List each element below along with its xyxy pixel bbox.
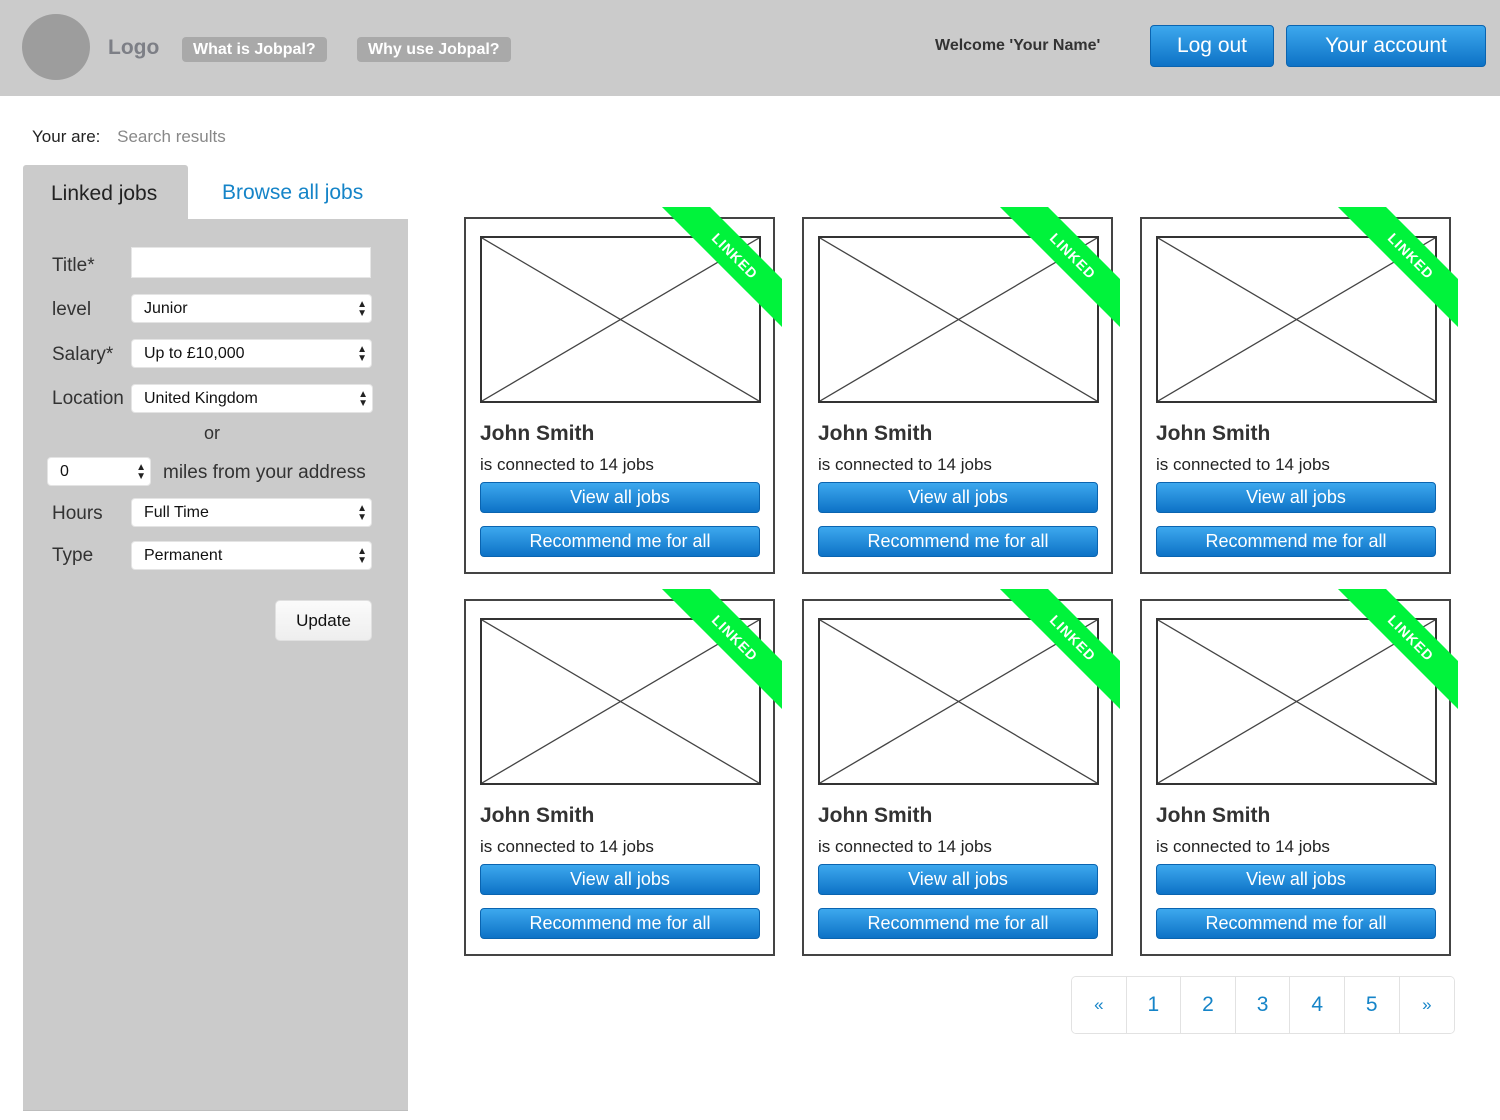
type-label: Type	[52, 545, 94, 566]
pagination-next[interactable]: »	[1399, 977, 1455, 1033]
image-placeholder-icon	[1158, 620, 1435, 783]
pagination-prev[interactable]: «	[1072, 977, 1127, 1033]
card-connected-text: is connected to 14 jobs	[1156, 455, 1330, 474]
recommend-me-button[interactable]: Recommend me for all	[480, 908, 760, 939]
logo-icon	[22, 14, 90, 80]
image-placeholder	[1156, 236, 1437, 403]
view-all-jobs-button[interactable]: View all jobs	[818, 864, 1098, 895]
image-placeholder	[480, 236, 761, 403]
view-all-jobs-button[interactable]: View all jobs	[1156, 864, 1436, 895]
select-arrows-icon: ▲ ▼	[136, 462, 146, 482]
view-all-jobs-button[interactable]: View all jobs	[818, 482, 1098, 513]
pagination-page-1[interactable]: 1	[1126, 977, 1182, 1033]
card-name: John Smith	[1156, 804, 1271, 827]
location-label: Location	[52, 388, 124, 409]
image-placeholder-icon	[482, 620, 759, 783]
image-placeholder-icon	[820, 238, 1097, 401]
recommend-me-button[interactable]: Recommend me for all	[818, 908, 1098, 939]
welcome-text: Welcome 'Your Name'	[935, 37, 1101, 54]
image-placeholder	[480, 618, 761, 785]
view-all-jobs-button[interactable]: View all jobs	[1156, 482, 1436, 513]
card-name: John Smith	[1156, 422, 1271, 445]
view-all-jobs-button[interactable]: View all jobs	[480, 864, 760, 895]
pagination: « 1 2 3 4 5 »	[1071, 976, 1456, 1034]
salary-select[interactable]: Up to £10,000 ▲ ▼	[131, 339, 372, 368]
salary-value: Up to £10,000	[144, 345, 245, 362]
logo-text: Logo	[108, 36, 160, 59]
card-connected-text: is connected to 14 jobs	[1156, 837, 1330, 856]
card-connected-text: is connected to 14 jobs	[480, 455, 654, 474]
job-card: LINKED John Smith is connected to 14 jobs V…	[802, 207, 1120, 574]
card-name: John Smith	[818, 422, 933, 445]
your-account-button[interactable]: Your account	[1286, 25, 1486, 67]
image-placeholder	[818, 618, 1099, 785]
miles-value: 0	[60, 463, 69, 480]
tab-browse-all-jobs[interactable]: Browse all jobs	[222, 181, 363, 205]
job-card: LINKED John Smith is connected to 14 jobs V…	[802, 589, 1120, 956]
select-arrows-icon: ▲ ▼	[357, 299, 367, 319]
level-value: Junior	[144, 300, 188, 317]
top-header: Logo What is Jobpal? Why use Jobpal? Wel…	[0, 0, 1500, 96]
job-card: LINKED John Smith is connected to 14 jobs V…	[1140, 207, 1458, 574]
view-all-jobs-button[interactable]: View all jobs	[480, 482, 760, 513]
card-connected-text: is connected to 14 jobs	[480, 837, 654, 856]
job-card: LINKED John Smith is connected to 14 jobs V…	[1140, 589, 1458, 956]
hours-value: Full Time	[144, 504, 209, 521]
location-select[interactable]: United Kingdom ▲ ▼	[131, 384, 373, 413]
card-connected-text: is connected to 14 jobs	[818, 455, 992, 474]
title-label: Title*	[52, 255, 95, 276]
card-name: John Smith	[480, 804, 595, 827]
title-input[interactable]	[131, 247, 371, 278]
pagination-page-3[interactable]: 3	[1235, 977, 1291, 1033]
level-select[interactable]: Junior ▲ ▼	[131, 294, 372, 323]
nav-why-use-jobpal[interactable]: Why use Jobpal?	[357, 37, 511, 62]
breadcrumb-label: Your are:	[32, 127, 101, 146]
type-value: Permanent	[144, 547, 223, 564]
select-arrows-icon: ▲ ▼	[357, 546, 367, 566]
location-value: United Kingdom	[144, 390, 258, 407]
hours-label: Hours	[52, 503, 103, 524]
recommend-me-button[interactable]: Recommend me for all	[1156, 908, 1436, 939]
level-label: level	[52, 299, 92, 320]
hours-select[interactable]: Full Time ▲ ▼	[131, 498, 372, 527]
breadcrumb: Your are: Search results	[32, 127, 226, 147]
card-connected-text: is connected to 14 jobs	[818, 837, 992, 856]
recommend-me-button[interactable]: Recommend me for all	[480, 526, 760, 557]
logout-button[interactable]: Log out	[1150, 25, 1274, 67]
miles-label: miles from your address	[163, 462, 366, 483]
tab-linked-jobs[interactable]: Linked jobs	[23, 165, 188, 222]
card-name: John Smith	[818, 804, 933, 827]
type-select[interactable]: Permanent ▲ ▼	[131, 541, 372, 570]
image-placeholder-icon	[820, 620, 1097, 783]
pagination-page-2[interactable]: 2	[1181, 977, 1236, 1033]
recommend-me-button[interactable]: Recommend me for all	[1156, 526, 1436, 557]
update-button[interactable]: Update	[275, 600, 372, 641]
or-label: or	[204, 423, 221, 443]
select-arrows-icon: ▲ ▼	[358, 389, 368, 409]
image-placeholder	[1156, 618, 1437, 785]
recommend-me-button[interactable]: Recommend me for all	[818, 526, 1098, 557]
pagination-page-5[interactable]: 5	[1344, 977, 1400, 1033]
image-placeholder	[818, 236, 1099, 403]
miles-select[interactable]: 0 ▲ ▼	[47, 457, 151, 486]
image-placeholder-icon	[1158, 238, 1435, 401]
select-arrows-icon: ▲ ▼	[357, 344, 367, 364]
select-arrows-icon: ▲ ▼	[357, 503, 367, 523]
card-name: John Smith	[480, 422, 595, 445]
salary-label: Salary*	[52, 344, 114, 365]
job-card: LINKED John Smith is connected to 14 jobs V…	[464, 589, 782, 956]
job-card: LINKED John Smith is connected to 14 jobs V…	[464, 207, 782, 574]
nav-what-is-jobpal[interactable]: What is Jobpal?	[182, 37, 327, 62]
pagination-page-4[interactable]: 4	[1290, 977, 1345, 1033]
breadcrumb-current: Search results	[117, 127, 226, 146]
image-placeholder-icon	[482, 238, 759, 401]
